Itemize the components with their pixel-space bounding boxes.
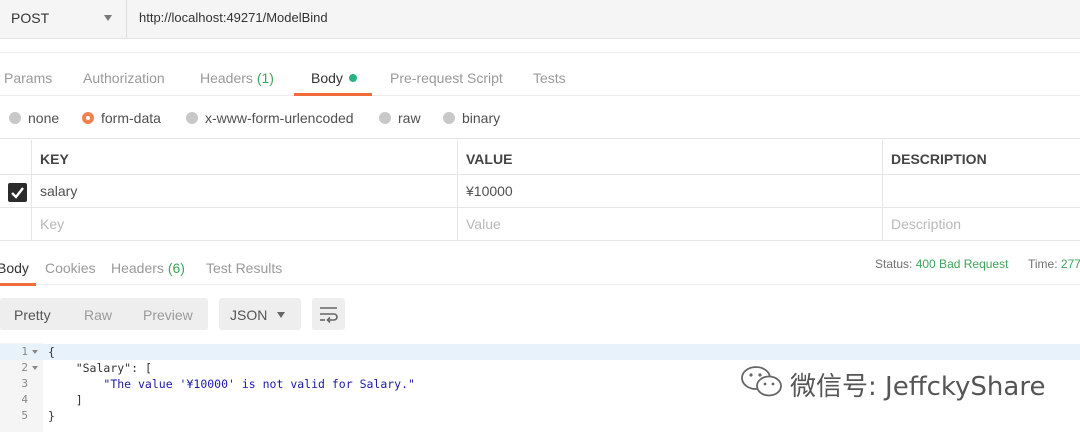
code-line: 1 { [0, 344, 1080, 360]
tab-test-results[interactable]: Test Results [206, 260, 282, 276]
tab-tests[interactable]: Tests [533, 70, 566, 86]
radio-circle-icon [379, 112, 391, 124]
response-tabs: Body Cookies Headers (6) Test Results St… [0, 247, 1080, 286]
active-response-tab-underline [0, 283, 36, 286]
table-row: salary ¥10000 [0, 175, 1080, 208]
tab-response-body[interactable]: Body [0, 260, 29, 276]
watermark: 微信号: JeffckyShare [738, 362, 1045, 402]
key-input[interactable]: Key [31, 208, 457, 240]
tab-headers[interactable]: Headers (1) [200, 70, 274, 86]
fold-toggle-icon[interactable] [32, 350, 38, 354]
radio-x-www-form-urlencoded[interactable]: x-www-form-urlencoded [186, 110, 354, 126]
radio-circle-icon [186, 112, 198, 124]
active-tab-underline [294, 93, 372, 96]
status-readout: Status: 400 Bad Request [875, 257, 1009, 271]
format-select[interactable]: JSON [219, 298, 301, 330]
tab-authorization[interactable]: Authorization [83, 70, 165, 86]
header-description: DESCRIPTION [882, 140, 1080, 174]
radio-none[interactable]: none [9, 110, 59, 126]
watermark-text: 微信号: JeffckyShare [790, 372, 1046, 402]
value-input[interactable]: Value [457, 208, 882, 240]
tab-params[interactable]: Params [4, 70, 52, 86]
view-preview-button[interactable]: Preview [143, 307, 193, 323]
request-tabs: Params Authorization Headers (1) Body Pr… [0, 52, 1080, 96]
row-checkbox[interactable] [8, 183, 27, 202]
time-value: 277 [1060, 257, 1080, 271]
code-line: 5 } [21, 409, 55, 423]
url-input[interactable]: http://localhost:49271/ModelBind [127, 0, 1080, 39]
tab-body[interactable]: Body [311, 70, 357, 86]
wrap-lines-icon [320, 307, 338, 323]
format-label: JSON [230, 307, 268, 323]
chevron-down-icon [104, 15, 112, 21]
key-cell[interactable]: salary [31, 175, 457, 207]
description-input[interactable]: Description [882, 208, 1080, 240]
active-dot-icon [348, 74, 357, 82]
method-label: POST [11, 10, 50, 26]
headers-count: (1) [256, 70, 274, 86]
tab-pre-request-script[interactable]: Pre-request Script [390, 70, 503, 86]
table-header-row: KEY VALUE DESCRIPTION [0, 140, 1080, 175]
form-data-table: KEY VALUE DESCRIPTION salary ¥10000 Key … [0, 140, 1080, 241]
radio-form-data[interactable]: form-data [82, 110, 161, 126]
view-raw-button[interactable]: Raw [84, 307, 112, 323]
method-select[interactable]: POST [0, 0, 127, 39]
view-mode-group: Pretty Raw Preview [0, 298, 208, 330]
tab-cookies[interactable]: Cookies [45, 260, 96, 276]
fold-toggle-icon[interactable] [32, 366, 38, 370]
url-text: http://localhost:49271/ModelBind [139, 10, 328, 25]
value-cell[interactable]: ¥10000 [457, 175, 882, 207]
header-value: VALUE [457, 140, 882, 174]
request-bar: POST http://localhost:49271/ModelBind [0, 0, 1080, 39]
radio-circle-icon [9, 112, 21, 124]
response-headers-count: (6) [167, 260, 185, 276]
description-cell[interactable] [882, 175, 1080, 207]
radio-binary[interactable]: binary [443, 110, 500, 126]
radio-selected-icon [82, 112, 94, 124]
time-readout: Time: 277 [1028, 257, 1080, 271]
radio-raw[interactable]: raw [379, 110, 421, 126]
wrap-lines-button[interactable] [312, 298, 345, 330]
view-pretty-button[interactable]: Pretty [14, 307, 51, 323]
status-badge: 400 Bad Request [915, 257, 1009, 271]
checkmark-icon [11, 187, 24, 199]
wechat-icon [741, 366, 782, 397]
table-row-empty: Key Value Description [0, 208, 1080, 241]
body-type-radios: none form-data x-www-form-urlencoded raw… [0, 97, 1080, 139]
tab-response-headers[interactable]: Headers (6) [111, 260, 185, 276]
header-key: KEY [31, 140, 457, 174]
radio-circle-icon [443, 112, 455, 124]
chevron-down-icon [277, 312, 285, 318]
